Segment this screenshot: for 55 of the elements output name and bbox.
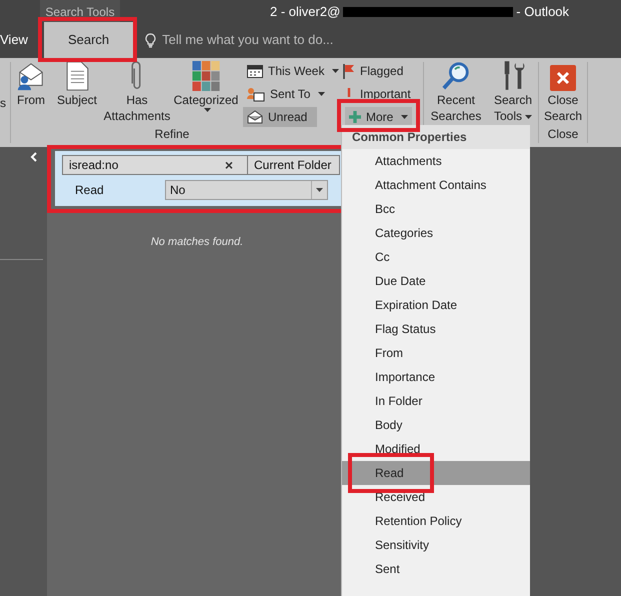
ribbon-tab[interactable]: View: [0, 22, 34, 58]
menu-item[interactable]: Attachment Contains: [342, 173, 530, 197]
close-icon: [550, 65, 576, 91]
lightbulb-icon: [145, 32, 156, 48]
plus-icon: [349, 111, 361, 123]
ribbon-button[interactable]: More: [345, 107, 412, 127]
menu-item[interactable]: Importance: [342, 365, 530, 389]
menu-item[interactable]: Flag Status: [342, 317, 530, 341]
menu-item[interactable]: Retention Policy: [342, 509, 530, 533]
ribbon-button[interactable]: From: [11, 61, 51, 108]
magnifier-icon: [441, 61, 471, 91]
close-search-button[interactable]: Close Search: [539, 58, 587, 125]
clear-search-button[interactable]: ×: [224, 154, 233, 176]
ribbon-button[interactable]: Sent To: [243, 84, 330, 104]
tell-me-field[interactable]: Tell me what you want to do...: [162, 30, 362, 50]
group-label: Close: [548, 127, 578, 141]
menu-header: Common Properties: [352, 129, 467, 146]
criterion-dropdown[interactable]: No: [165, 180, 328, 200]
ribbon-button[interactable]: Subject: [51, 61, 103, 108]
menu-item[interactable]: Categories: [342, 221, 530, 245]
ribbon-button[interactable]: Categorized: [171, 61, 241, 112]
menu-item[interactable]: Sensitivity: [342, 533, 530, 557]
menu-item[interactable]: Expiration Date: [342, 293, 530, 317]
menu-item[interactable]: Modified: [342, 437, 530, 461]
menu-item[interactable]: Received: [342, 485, 530, 509]
menu-item[interactable]: Due Date: [342, 269, 530, 293]
window-title: - Outlook: [516, 3, 570, 22]
criterion-label: Read: [75, 182, 105, 199]
color-grid-icon: [192, 61, 220, 91]
search-field[interactable]: isread:no ×: [62, 155, 248, 175]
menu-item[interactable]: From: [342, 341, 530, 365]
ribbon-button[interactable]: Unread: [243, 107, 318, 127]
collapse-chevron-icon: [30, 152, 37, 162]
ribbon-button[interactable]: Search Tools: [488, 61, 538, 124]
menu-item[interactable]: Bcc: [342, 197, 530, 221]
scope-button[interactable]: Current Folder: [248, 155, 340, 175]
ribbon-button[interactable]: Has Attachments: [103, 61, 171, 124]
menu-item[interactable]: In Folder: [342, 389, 530, 413]
menu-item[interactable]: Sent: [342, 557, 530, 581]
ribbon-tab[interactable]: Search: [44, 22, 134, 58]
group-label: Refine: [154, 126, 190, 143]
ribbon-button[interactable]: Important: [339, 84, 415, 104]
empty-message: No matches found.: [150, 235, 244, 250]
document-icon: [66, 61, 88, 91]
group-label: s: [0, 95, 6, 112]
menu-item[interactable]: Body: [342, 413, 530, 437]
menu-item[interactable]: Read: [342, 461, 530, 485]
open-envelope-icon: [247, 110, 263, 124]
flag-icon: [343, 64, 355, 78]
window-title: 2 - oliver2@: [270, 3, 340, 22]
menu-item[interactable]: Cc: [342, 245, 530, 269]
menu-item[interactable]: Attachments: [342, 149, 530, 173]
caret-icon: [316, 188, 323, 192]
person-card-icon: [247, 86, 265, 102]
calendar-icon: [247, 64, 263, 78]
